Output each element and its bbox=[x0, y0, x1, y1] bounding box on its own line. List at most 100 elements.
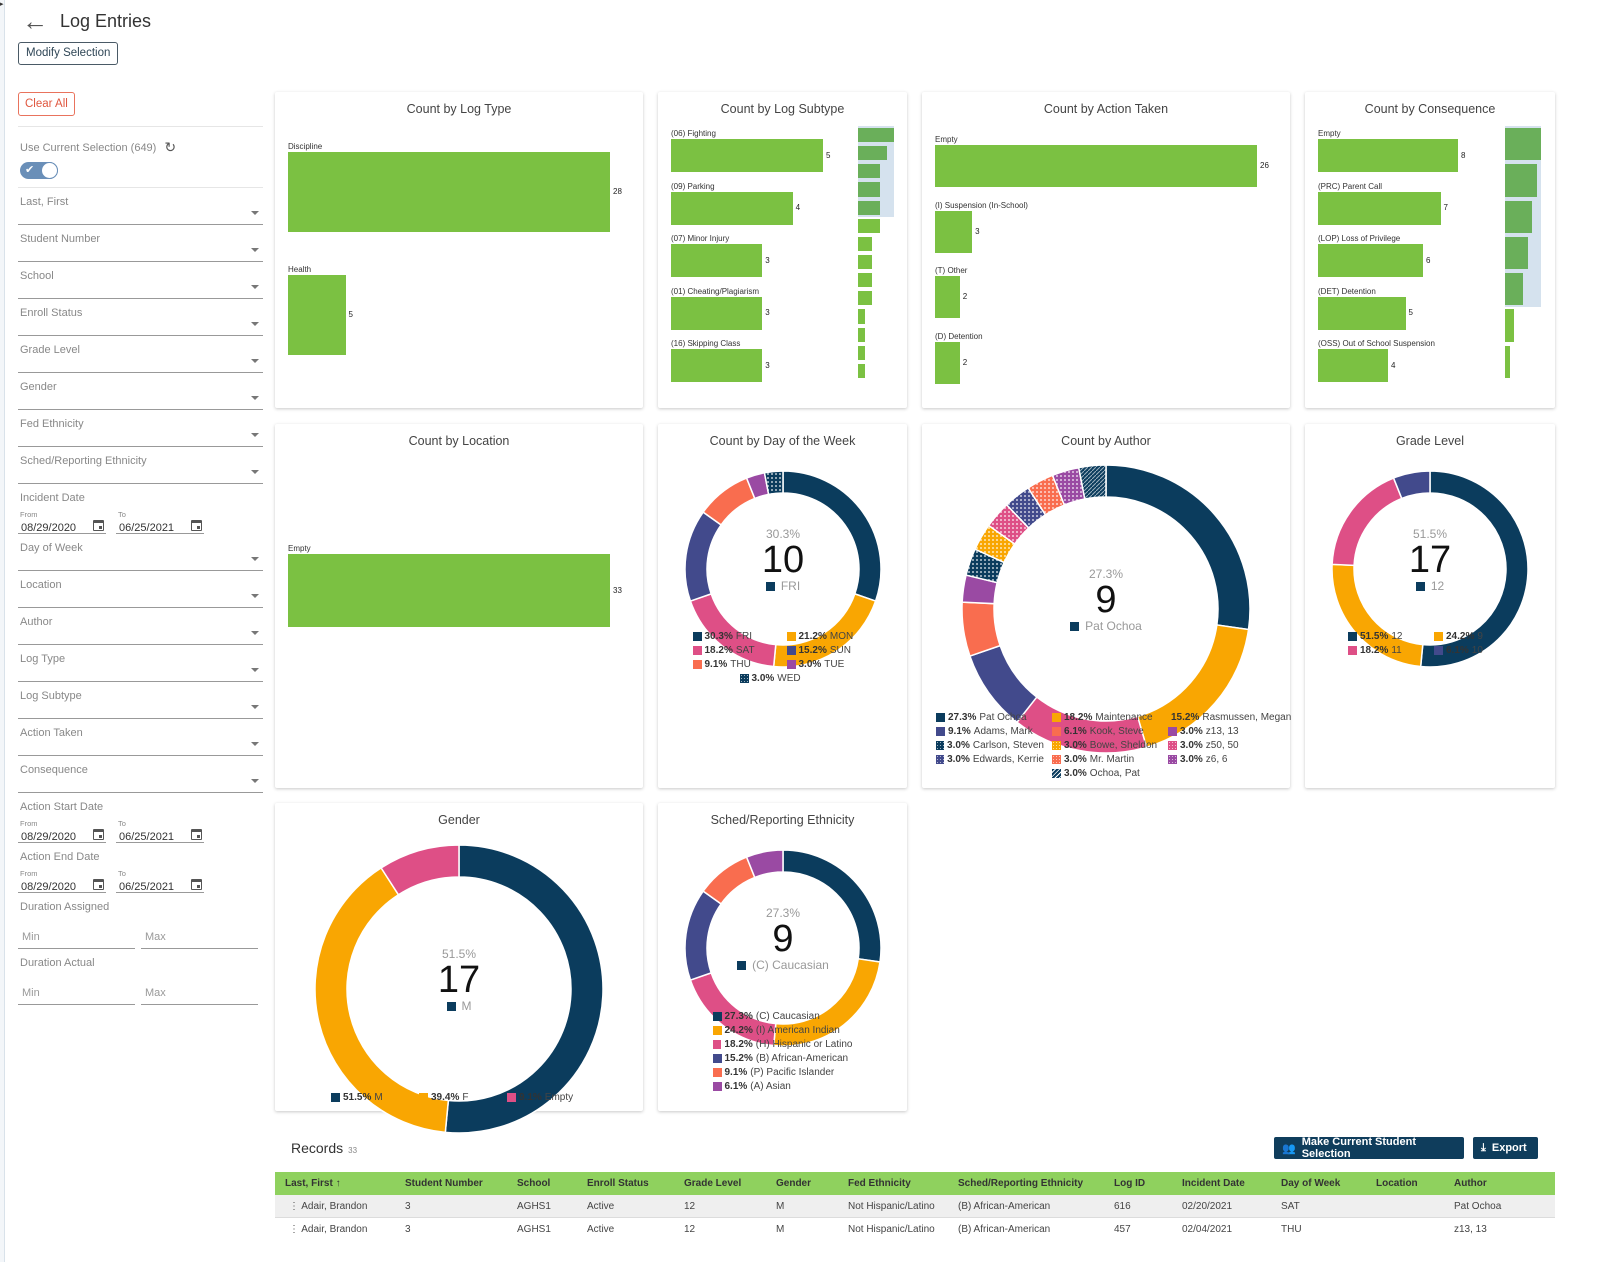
filter-log-subtype[interactable]: Log Subtype bbox=[18, 682, 263, 719]
calendar-icon[interactable] bbox=[191, 879, 202, 890]
filter-location[interactable]: Location bbox=[18, 571, 263, 608]
filter-day-of-week[interactable]: Day of Week bbox=[18, 534, 263, 571]
bar-empty[interactable] bbox=[1318, 139, 1458, 172]
slice-wed[interactable] bbox=[763, 470, 784, 496]
calendar-icon[interactable] bbox=[191, 520, 202, 531]
use-current-selection-toggle[interactable]: ✔ bbox=[20, 162, 58, 179]
slice-kook-steve[interactable] bbox=[961, 601, 1002, 658]
bar-prc-parent-call[interactable] bbox=[1318, 191, 1441, 225]
filter-last-first[interactable]: Last, First bbox=[18, 188, 263, 225]
legend-item-wed[interactable]: 3.0% WED bbox=[739, 671, 826, 685]
column-header-day-of-week[interactable]: Day of Week bbox=[1277, 1178, 1372, 1189]
duration-actual-max-input[interactable]: Max bbox=[141, 983, 258, 1005]
legend-item-mr-martin[interactable]: 3.0% Mr. Martin bbox=[1052, 752, 1160, 766]
bar-16-skipping-class[interactable] bbox=[671, 349, 763, 382]
legend-item-12[interactable]: 51.5% 12 bbox=[1348, 629, 1426, 643]
legend-item-empty[interactable]: 9.1% Empty bbox=[507, 1090, 587, 1104]
duration-assigned-min-input[interactable]: Min bbox=[18, 927, 135, 949]
legend-item-adams-mark[interactable]: 9.1% Adams, Mark bbox=[936, 724, 1044, 738]
chevron-down-icon[interactable] bbox=[251, 779, 259, 783]
legend-item-b-african-american[interactable]: 15.2% (B) African-American bbox=[712, 1051, 853, 1065]
sort-ascending-icon[interactable]: ↑ bbox=[333, 1178, 341, 1189]
calendar-icon[interactable] bbox=[93, 829, 104, 840]
slice-empty[interactable] bbox=[380, 844, 460, 896]
bar-lop-loss-of-privilege[interactable] bbox=[1318, 244, 1423, 277]
legend-item-11[interactable]: 18.2% 11 bbox=[1348, 643, 1426, 657]
chevron-down-icon[interactable] bbox=[251, 631, 259, 635]
table-row[interactable]: ⋮ Adair, Brandon 3 AGHS1 Active 12 M Not Hispa… bbox=[275, 1195, 1555, 1218]
filter-gender[interactable]: Gender bbox=[18, 373, 263, 410]
row-menu-icon[interactable]: ⋮ bbox=[289, 1224, 301, 1235]
legend-item-fri[interactable]: 30.3% FRI bbox=[692, 629, 779, 643]
legend-item-z6-6[interactable]: 3.0% z6, 6 bbox=[1168, 752, 1276, 766]
legend-item-z50-50[interactable]: 3.0% z50, 50 bbox=[1168, 738, 1276, 752]
legend-item-bowe-sheldon[interactable]: 3.0% Bowe, Sheldon bbox=[1052, 738, 1160, 752]
duration-assigned-max-input[interactable]: Max bbox=[141, 927, 258, 949]
slice-thu[interactable] bbox=[702, 477, 756, 526]
legend-item-f[interactable]: 39.4% F bbox=[419, 1090, 499, 1104]
filter-student-number[interactable]: Student Number bbox=[18, 225, 263, 262]
legend-item-p-pacific-islander[interactable]: 9.1% (P) Pacific Islander bbox=[712, 1065, 853, 1079]
legend-item-10[interactable]: 6.1% 10 bbox=[1434, 643, 1512, 657]
column-header-grade-level[interactable]: Grade Level bbox=[680, 1178, 772, 1189]
action-end-date-to-input[interactable]: To 06/25/2021 bbox=[116, 869, 204, 893]
bar-empty[interactable] bbox=[288, 554, 610, 627]
chevron-down-icon[interactable] bbox=[251, 322, 259, 326]
column-header-student-number[interactable]: Student Number bbox=[401, 1178, 513, 1189]
column-header-enroll-status[interactable]: Enroll Status bbox=[583, 1178, 680, 1189]
duration-actual-min-input[interactable]: Min bbox=[18, 983, 135, 1005]
filter-sched-reporting-ethnicity[interactable]: Sched/Reporting Ethnicity bbox=[18, 447, 263, 484]
filter-action-taken[interactable]: Action Taken bbox=[18, 719, 263, 756]
legend-item-a-asian[interactable]: 6.1% (A) Asian bbox=[712, 1079, 853, 1093]
column-header-incident-date[interactable]: Incident Date bbox=[1178, 1178, 1277, 1189]
action-start-date-from-input[interactable]: From 08/29/2020 bbox=[18, 819, 106, 843]
column-header-author[interactable]: Author bbox=[1450, 1178, 1555, 1189]
column-header-gender[interactable]: Gender bbox=[772, 1178, 844, 1189]
chevron-down-icon[interactable] bbox=[251, 557, 259, 561]
column-header-fed-ethnicity[interactable]: Fed Ethnicity bbox=[844, 1178, 954, 1189]
bar-01-cheating-plagiarism[interactable] bbox=[671, 296, 763, 330]
filter-log-type[interactable]: Log Type bbox=[18, 645, 263, 682]
legend-item-maintenance[interactable]: 18.2% Maintenance bbox=[1052, 710, 1160, 724]
chevron-down-icon[interactable] bbox=[251, 248, 259, 252]
refresh-icon[interactable]: ↻ bbox=[164, 139, 176, 156]
legend-item-sun[interactable]: 15.2% SUN bbox=[786, 643, 873, 657]
filter-enroll-status[interactable]: Enroll Status bbox=[18, 299, 263, 336]
chevron-down-icon[interactable] bbox=[251, 742, 259, 746]
filter-school[interactable]: School bbox=[18, 262, 263, 299]
slice-p-pacific-islander[interactable] bbox=[702, 856, 756, 905]
column-header-location[interactable]: Location bbox=[1372, 1178, 1450, 1189]
legend-item-kook-steve[interactable]: 6.1% Kook, Steve bbox=[1052, 724, 1160, 738]
column-header-school[interactable]: School bbox=[513, 1178, 583, 1189]
expand-panel-icon[interactable]: ▸ bbox=[0, 0, 8, 10]
legend-item-i-american-indian[interactable]: 24.2% (I) American Indian bbox=[712, 1023, 853, 1037]
legend-item-sat[interactable]: 18.2% SAT bbox=[692, 643, 779, 657]
legend-item-c-caucasian[interactable]: 27.3% (C) Caucasian bbox=[712, 1009, 853, 1023]
chevron-down-icon[interactable] bbox=[251, 433, 259, 437]
bar-09-parking[interactable] bbox=[671, 191, 793, 225]
bar-empty[interactable] bbox=[935, 145, 1257, 187]
back-arrow-icon[interactable]: ← bbox=[22, 8, 48, 34]
bar-d-detention[interactable] bbox=[935, 341, 960, 384]
bar-health[interactable] bbox=[288, 275, 346, 355]
legend-item-rasmussen-megan[interactable]: 15.2% Rasmussen, Megan bbox=[1168, 710, 1291, 724]
chevron-down-icon[interactable] bbox=[251, 470, 259, 474]
legend-item-thu[interactable]: 9.1% THU bbox=[692, 657, 779, 671]
column-header-last-first[interactable]: Last, First ↑ bbox=[275, 1178, 401, 1189]
legend-item-m[interactable]: 51.5% M bbox=[331, 1090, 411, 1104]
chevron-down-icon[interactable] bbox=[251, 285, 259, 289]
chevron-down-icon[interactable] bbox=[251, 594, 259, 598]
action-end-date-from-input[interactable]: From 08/29/2020 bbox=[18, 869, 106, 893]
chevron-down-icon[interactable] bbox=[251, 359, 259, 363]
legend-item-tue[interactable]: 3.0% TUE bbox=[786, 657, 873, 671]
calendar-icon[interactable] bbox=[93, 879, 104, 890]
filter-fed-ethnicity[interactable]: Fed Ethnicity bbox=[18, 410, 263, 447]
calendar-icon[interactable] bbox=[191, 829, 202, 840]
bar-07-minor-injury[interactable] bbox=[671, 244, 763, 277]
bar-i-suspension-in-school[interactable] bbox=[935, 210, 973, 253]
legend-item-z13-13[interactable]: 3.0% z13, 13 bbox=[1168, 724, 1276, 738]
chevron-down-icon[interactable] bbox=[251, 705, 259, 709]
filter-author[interactable]: Author bbox=[18, 608, 263, 645]
action-start-date-to-input[interactable]: To 06/25/2021 bbox=[116, 819, 204, 843]
bar-discipline[interactable] bbox=[288, 152, 610, 232]
